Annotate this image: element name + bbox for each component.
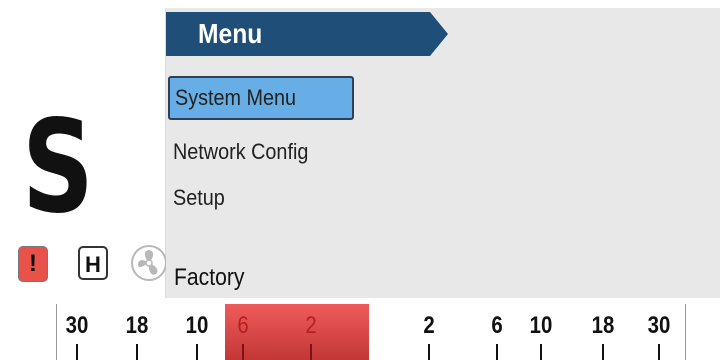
tick-label: 10 <box>529 312 553 339</box>
menu-header: Menu <box>166 12 448 56</box>
menu-item-network-config[interactable]: Network Config <box>168 130 354 174</box>
tick-mark <box>76 344 78 360</box>
alarm-icon[interactable]: ! <box>18 246 48 282</box>
menu-panel: Menu System Menu Network Config Setup Fa… <box>166 8 720 298</box>
bottom-scale: 30 18 10 6 2 2 6 10 18 30 <box>0 304 720 360</box>
tick-mark <box>428 344 430 360</box>
tick-label: 6 <box>237 312 249 339</box>
tick-mark <box>196 344 198 360</box>
tick-mark <box>310 344 312 360</box>
menu-item-system-menu[interactable]: System Menu <box>168 76 354 120</box>
tick-mark <box>540 344 542 360</box>
factory-label[interactable]: Factory <box>174 264 244 292</box>
tick-label: 18 <box>125 312 149 339</box>
tick-label: 2 <box>305 312 317 339</box>
menu-title: Menu <box>198 18 263 49</box>
menu-item-label: Network Config <box>173 139 309 164</box>
mode-letter: S <box>22 93 94 242</box>
tick-label: 2 <box>423 312 435 339</box>
display-screen: S ! H Menu System Menu Network Config Se… <box>0 0 720 360</box>
tick-label: 30 <box>65 312 89 339</box>
menu-item-label: System Menu <box>175 85 297 110</box>
tick-mark <box>136 344 138 360</box>
status-icons-row: ! H <box>18 244 168 284</box>
scale-bar: 30 18 10 6 2 2 6 10 18 30 <box>56 304 686 360</box>
tick-mark <box>496 344 498 360</box>
tick-label: 10 <box>185 312 209 339</box>
tick-mark <box>658 344 660 360</box>
hold-icon[interactable]: H <box>78 246 108 280</box>
tick-label: 18 <box>591 312 615 339</box>
tick-mark <box>242 344 244 360</box>
tick-mark <box>602 344 604 360</box>
tick-label: 6 <box>491 312 503 339</box>
fan-icon[interactable] <box>130 244 168 282</box>
status-panel: S ! H <box>8 8 168 298</box>
tick-label: 30 <box>647 312 671 339</box>
menu-item-label: Setup <box>173 185 225 210</box>
menu-item-setup[interactable]: Setup <box>168 176 354 220</box>
